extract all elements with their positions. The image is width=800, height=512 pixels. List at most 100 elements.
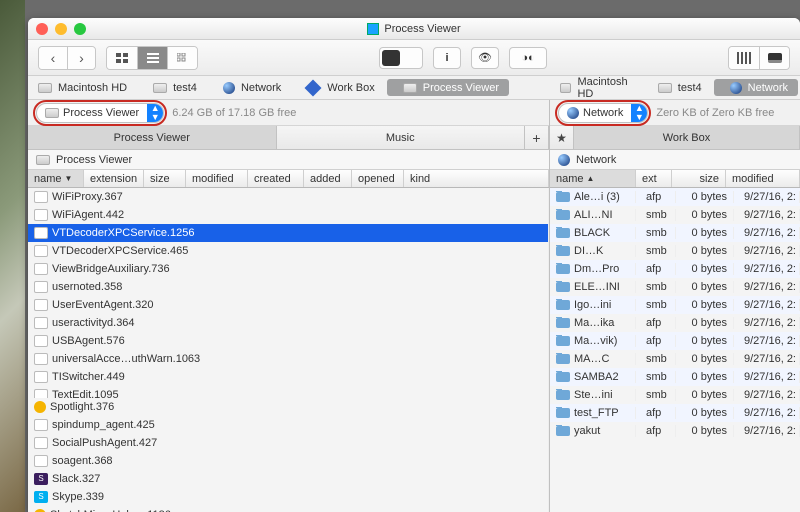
list-item[interactable]: spindump_agent.425 — [28, 416, 548, 434]
path-segment[interactable]: test4 — [137, 76, 207, 99]
folder-icon — [556, 390, 570, 400]
tag-icon — [34, 401, 46, 413]
list-item[interactable]: TextEdit.1095 — [28, 386, 548, 398]
view-list-mode[interactable] — [137, 47, 167, 69]
right-breadcrumb[interactable]: Network — [550, 150, 800, 170]
binoculars-button[interactable]: ◑◐ — [509, 47, 547, 69]
col-created[interactable]: created — [248, 170, 304, 187]
col-added[interactable]: added — [304, 170, 352, 187]
right-tools-segment — [728, 46, 790, 70]
tab-music[interactable]: Music — [277, 126, 526, 149]
col-name[interactable]: name▲ — [550, 170, 636, 187]
list-item[interactable]: Spotlight.376 — [28, 398, 548, 416]
left-tabs: Process Viewer Music + — [28, 126, 549, 150]
table-row[interactable]: BLACKsmb0 bytes9/27/16, 2: — [550, 224, 800, 242]
columns-button[interactable] — [729, 47, 759, 69]
table-row[interactable]: MA…Csmb0 bytes9/27/16, 2: — [550, 350, 800, 368]
path-segment[interactable]: Network — [714, 79, 798, 96]
list-item[interactable]: TISwitcher.449 — [28, 368, 548, 386]
forward-button[interactable]: › — [67, 47, 95, 69]
globe-icon — [223, 82, 235, 94]
table-row[interactable]: DI…Ksmb0 bytes9/27/16, 2: — [550, 242, 800, 260]
path-segment[interactable]: Macintosh HD — [28, 76, 137, 99]
list-item[interactable]: WiFiAgent.442 — [28, 206, 548, 224]
list-item[interactable]: WiFiProxy.367 — [28, 188, 548, 206]
table-row[interactable]: ELE…INIsmb0 bytes9/27/16, 2: — [550, 278, 800, 296]
list-item[interactable]: usernoted.358 — [28, 278, 548, 296]
tab-favorite-button[interactable]: ★ — [550, 126, 574, 149]
back-button[interactable]: ‹ — [39, 47, 67, 69]
list-item[interactable]: SketchMirrorHelper.1186 — [28, 506, 548, 512]
dual-pane-toggle[interactable] — [379, 47, 423, 69]
table-row[interactable]: Ma…vik)afp0 bytes9/27/16, 2: — [550, 332, 800, 350]
folder-icon — [556, 264, 570, 274]
list-item[interactable]: SSlack.327 — [28, 470, 548, 488]
list-item[interactable]: soagent.368 — [28, 452, 548, 470]
doc-icon — [34, 245, 48, 257]
path-segment[interactable]: Network — [207, 76, 291, 99]
col-ext[interactable]: ext — [636, 170, 672, 187]
folder-icon — [556, 210, 570, 220]
table-row[interactable]: test_FTPafp0 bytes9/27/16, 2: — [550, 404, 800, 422]
path-segment[interactable]: test4 — [642, 76, 712, 99]
path-segment[interactable]: Macintosh HD — [550, 76, 642, 99]
doc-icon — [34, 209, 48, 221]
col-modified[interactable]: modified — [186, 170, 248, 187]
path-segment[interactable]: Work Box — [291, 76, 384, 99]
right-location-select[interactable]: Network ▲▼ — [558, 103, 648, 123]
doc-icon — [34, 227, 48, 239]
col-modified[interactable]: modified — [726, 170, 800, 187]
titlebar: Process Viewer — [28, 18, 800, 40]
cube-icon — [305, 79, 322, 96]
table-row[interactable]: Dm…Proafp0 bytes9/27/16, 2: — [550, 260, 800, 278]
view-icon-mode[interactable] — [107, 47, 137, 69]
tab-add-button[interactable]: + — [525, 126, 549, 149]
hdd-icon — [658, 83, 672, 93]
terminal-button[interactable] — [759, 47, 789, 69]
hdd-icon — [560, 83, 571, 93]
list-item[interactable]: VTDecoderXPCService.465 — [28, 242, 548, 260]
folder-icon — [556, 354, 570, 364]
left-breadcrumb[interactable]: Process Viewer — [28, 150, 549, 170]
col-size[interactable]: size — [144, 170, 186, 187]
table-row[interactable]: Ma…ikaafp0 bytes9/27/16, 2: — [550, 314, 800, 332]
tab-work-box[interactable]: Work Box — [574, 126, 800, 149]
hdd-icon — [38, 83, 52, 93]
info-button[interactable]: i — [433, 47, 461, 69]
list-item[interactable]: VTDecoderXPCService.1256 — [28, 224, 548, 242]
doc-icon — [34, 353, 48, 365]
folder-icon — [556, 408, 570, 418]
path-segment[interactable]: Process Viewer — [387, 79, 509, 96]
view-mode-segment — [106, 46, 198, 70]
list-item[interactable]: USBAgent.576 — [28, 332, 548, 350]
col-kind[interactable]: kind — [404, 170, 549, 187]
tab-process-viewer[interactable]: Process Viewer — [28, 126, 277, 149]
list-item[interactable]: ViewBridgeAuxiliary.736 — [28, 260, 548, 278]
list-item[interactable]: universalAcce…uthWarn.1063 — [28, 350, 548, 368]
eye-icon: 👁 — [478, 51, 492, 64]
col-extension[interactable]: extension — [84, 170, 144, 187]
list-item[interactable]: UserEventAgent.320 — [28, 296, 548, 314]
list-item[interactable]: SSkype.339 — [28, 488, 548, 506]
doc-icon — [34, 263, 48, 275]
window-title: Process Viewer — [28, 23, 800, 35]
table-row[interactable]: Ale…i (3)afp0 bytes9/27/16, 2: — [550, 188, 800, 206]
col-name[interactable]: name▼ — [28, 170, 84, 187]
table-row[interactable]: yakutafp0 bytes9/27/16, 2: — [550, 422, 800, 440]
left-location-select[interactable]: Process Viewer ▲▼ — [36, 103, 164, 123]
nav-buttons: ‹ › — [38, 46, 96, 70]
table-row[interactable]: Igo…inismb0 bytes9/27/16, 2: — [550, 296, 800, 314]
view-grid-mode[interactable] — [167, 47, 197, 69]
list-item[interactable]: SocialPushAgent.427 — [28, 434, 548, 452]
app-window: Process Viewer ‹ › i 👁 ◑◐ — [28, 18, 800, 512]
table-row[interactable]: SAMBA2smb0 bytes9/27/16, 2: — [550, 368, 800, 386]
folder-icon — [556, 282, 570, 292]
table-row[interactable]: ALI…NIsmb0 bytes9/27/16, 2: — [550, 206, 800, 224]
pathbar: Macintosh HDtest4NetworkWork BoxProcess … — [28, 76, 800, 100]
col-size[interactable]: size — [672, 170, 726, 187]
list-item[interactable]: useractivityd.364 — [28, 314, 548, 332]
col-opened[interactable]: opened — [352, 170, 404, 187]
doc-icon — [34, 389, 48, 398]
table-row[interactable]: Ste…inismb0 bytes9/27/16, 2: — [550, 386, 800, 404]
quicklook-button[interactable]: 👁 — [471, 47, 499, 69]
